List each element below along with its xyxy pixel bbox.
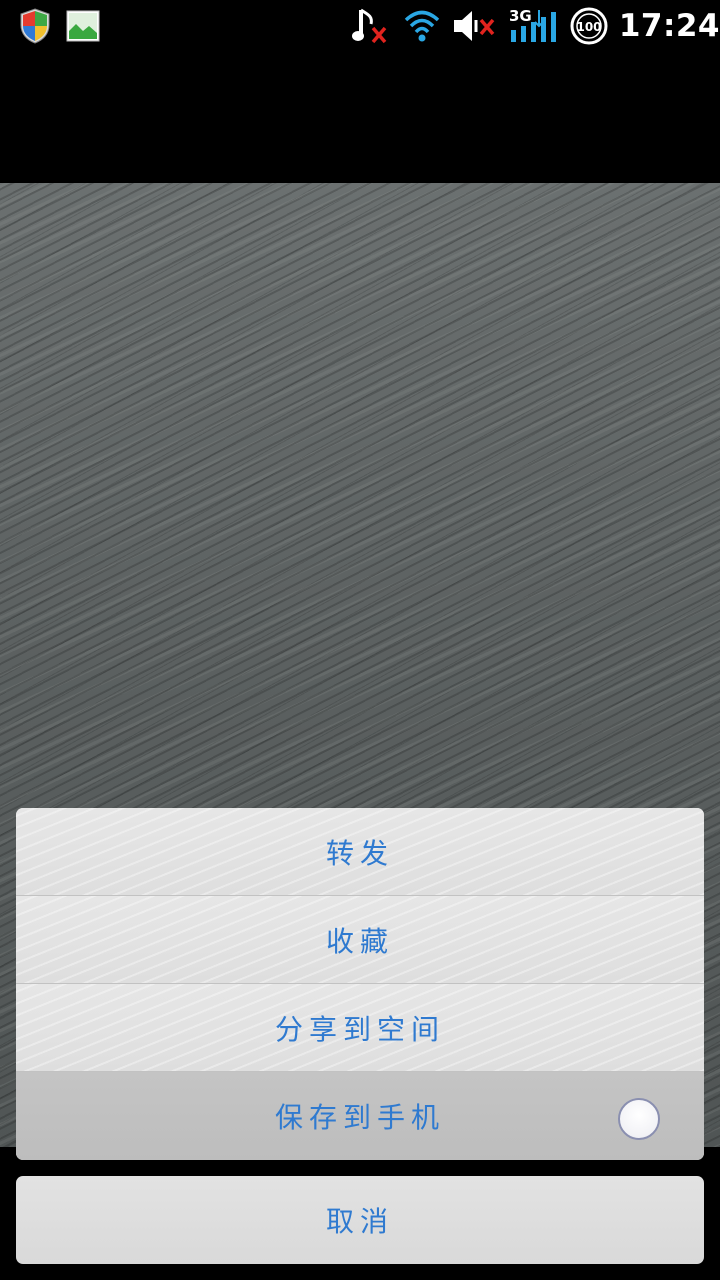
save-to-phone-option[interactable]: 保存到手机 <box>16 1072 704 1160</box>
favorite-option-label: 收藏 <box>325 924 394 958</box>
status-bar: 3G 100 17:24 <box>0 0 720 52</box>
battery-level-label: 100 <box>576 20 601 34</box>
cancel-button[interactable]: 取消 <box>16 1176 704 1264</box>
clock: 17:24 <box>618 8 720 44</box>
signal-icon: 3G <box>507 6 559 46</box>
shield-icon <box>18 7 52 45</box>
cancel-button-label: 取消 <box>325 1205 394 1238</box>
music-muted-icon <box>351 6 393 46</box>
system-icons: 3G 100 17:24 <box>351 4 720 48</box>
share-to-qzone-option-label: 分享到空间 <box>274 1012 445 1046</box>
wifi-icon <box>403 7 441 45</box>
volume-muted-icon <box>451 7 497 45</box>
share-to-qzone-option[interactable]: 分享到空间 <box>16 984 704 1072</box>
battery-icon: 100 <box>569 6 609 46</box>
gallery-icon <box>66 9 100 43</box>
network-type-label: 3G <box>509 7 532 25</box>
forward-option[interactable]: 转发 <box>16 808 704 896</box>
forward-option-label: 转发 <box>325 836 394 870</box>
favorite-option[interactable]: 收藏 <box>16 896 704 984</box>
save-to-phone-option-label: 保存到手机 <box>274 1101 445 1134</box>
screen: 3G 100 17:24 转发 收藏 分享到空间 保存到手机 取消 <box>0 0 720 1280</box>
touch-indicator-icon <box>618 1098 660 1140</box>
action-sheet: 转发 收藏 分享到空间 保存到手机 <box>16 808 704 1160</box>
notification-icons <box>18 6 100 46</box>
